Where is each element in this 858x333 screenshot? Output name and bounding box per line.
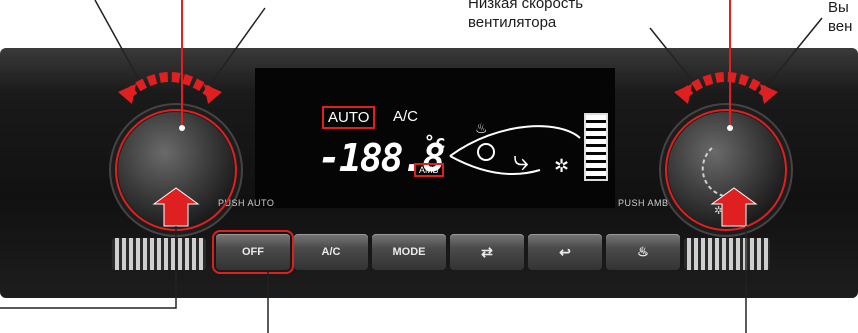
recirculation-icon: ⇄ [481,243,493,260]
temperature-unit: °c [424,132,446,153]
amb-indicator: AMB [414,163,444,177]
fresh-air-icon: ↩ [559,243,571,260]
ac-indicator: A/C [393,108,419,125]
fan-low-annotation: Низкая скорость вентилятора [468,0,584,31]
push-auto-label: PUSH AUTO [218,198,275,208]
mode-button[interactable]: MODE [372,234,446,270]
fan-high-annotation-partial: Вы вен [828,0,853,35]
temperature-knob[interactable] [118,112,234,228]
fan-speed-bar [584,113,608,181]
off-button[interactable]: OFF [212,230,294,274]
vent-right [684,238,770,270]
recirculation-button[interactable]: ⇄ [450,234,524,270]
fresh-air-button[interactable]: ↩ [528,234,602,270]
auto-indicator: AUTO [322,106,376,129]
ac-button[interactable]: A/C [294,234,368,270]
defrost-button[interactable]: ♨ [606,234,680,270]
vent-left [112,238,206,270]
push-amb-label: PUSH AMB [618,198,669,208]
defrost-icon: ♨ [637,244,649,259]
fan-speed-knob[interactable] [668,112,784,228]
